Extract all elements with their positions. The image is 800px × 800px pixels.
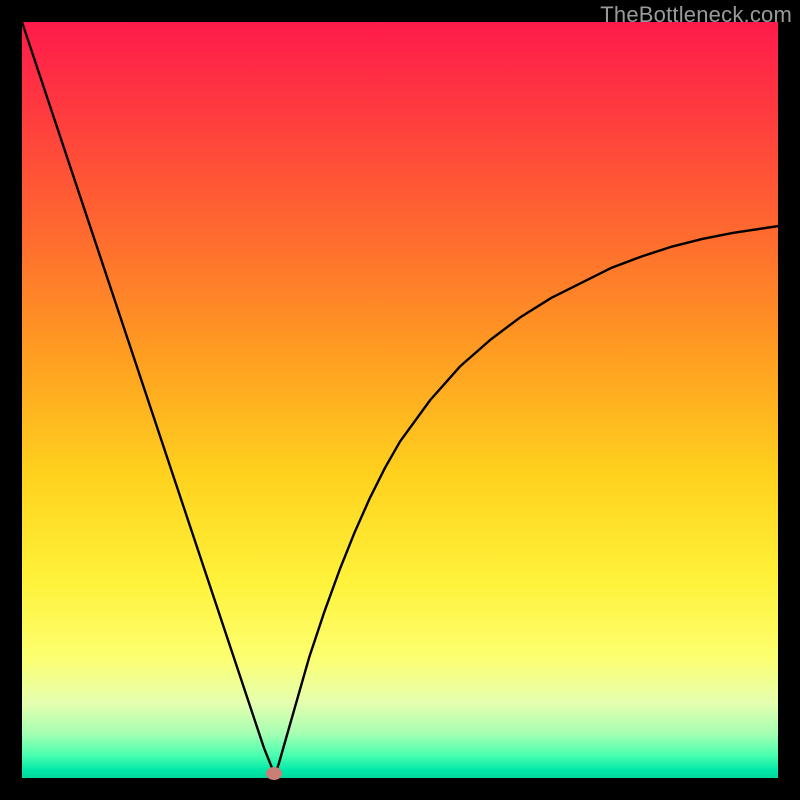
optimal-point-marker: [266, 767, 282, 780]
bottleneck-curve-svg: [22, 22, 778, 778]
chart-frame: [22, 22, 778, 778]
bottleneck-curve-path: [22, 22, 778, 774]
